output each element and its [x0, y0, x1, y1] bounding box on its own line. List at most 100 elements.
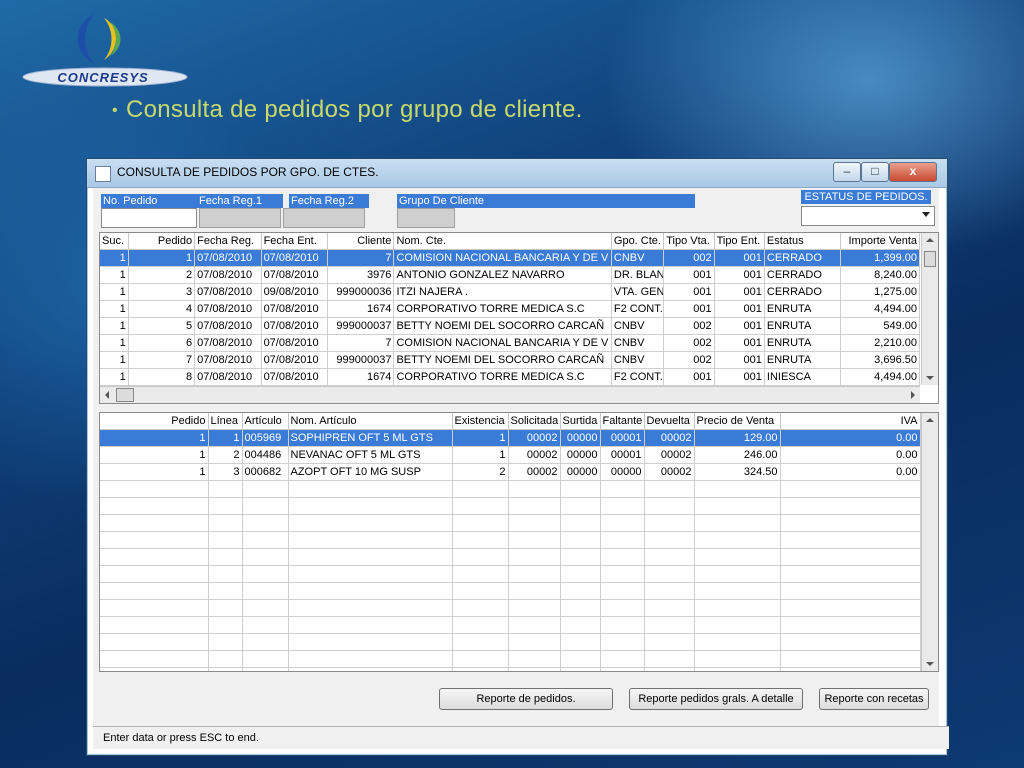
scroll-thumb[interactable] — [116, 388, 134, 402]
reporte-detalle-button[interactable]: Reporte pedidos grals. A detalle — [629, 688, 803, 710]
empty-row — [100, 650, 921, 668]
scroll-left-icon[interactable] — [105, 391, 109, 399]
cell-estatus: CERRADO — [764, 283, 842, 301]
cell-nom-cte: CORPORATIVO TORRE MEDICA S.C — [393, 368, 612, 386]
cell-gpo-cte: DR. BLAN — [611, 266, 665, 284]
col-tipo-ent[interactable]: Tipo Ent. — [714, 233, 765, 250]
slide-title: Consulta de pedidos por grupo de cliente… — [126, 96, 583, 123]
col-faltante[interactable]: Faltante — [600, 413, 645, 430]
order-row[interactable]: 1 3 07/08/2010 09/08/2010 999000036 ITZI… — [100, 283, 920, 301]
item-row[interactable]: 1 3 000682 AZOPT OFT 10 MG SUSP 2 00002 … — [100, 463, 921, 481]
cell-pedido: 5 — [128, 317, 196, 335]
col-fecha-ent[interactable]: Fecha Ent. — [261, 233, 329, 250]
col-cliente[interactable]: Cliente — [327, 233, 395, 250]
cell-fecha-reg: 07/08/2010 — [194, 300, 262, 318]
col-nom-cte[interactable]: Nom. Cte. — [393, 233, 612, 250]
order-row[interactable]: 1 7 07/08/2010 07/08/2010 999000037 BETT… — [100, 351, 920, 369]
cell-estatus: ENRUTA — [764, 300, 842, 318]
col-solicitada[interactable]: Solicitada — [508, 413, 561, 430]
maximize-button[interactable]: □ — [861, 162, 889, 182]
col-pedido[interactable]: Pedido — [100, 413, 209, 430]
col-gpo-cte[interactable]: Gpo. Cte. — [611, 233, 665, 250]
window-client-area: No. Pedido Fecha Reg.1 Fecha Reg.2 Grupo… — [93, 188, 949, 749]
dropdown-arrow-icon[interactable] — [922, 212, 930, 217]
cell-fecha-ent: 07/08/2010 — [261, 317, 329, 335]
scroll-up-icon[interactable] — [926, 418, 934, 422]
cell-gpo-cte: CNBV — [611, 334, 665, 352]
order-row[interactable]: 1 1 07/08/2010 07/08/2010 7 COMISION NAC… — [100, 249, 920, 267]
item-row[interactable]: 1 1 005969 SOPHIPREN OFT 5 ML GTS 1 0000… — [100, 429, 921, 447]
cell-gpo-cte: F2 CONT. — [611, 368, 665, 386]
col-articulo[interactable]: Artículo — [242, 413, 289, 430]
col-suc[interactable]: Suc. — [100, 233, 129, 250]
minimize-button[interactable]: – — [833, 162, 861, 182]
cell-fecha-reg: 07/08/2010 — [194, 249, 262, 267]
cell-fecha-reg: 07/08/2010 — [194, 317, 262, 335]
col-importe-venta[interactable]: Importe Venta — [840, 233, 920, 250]
orders-table: Suc. Pedido Fecha Reg. Fecha Ent. Client… — [100, 233, 920, 386]
cell-fecha-ent: 07/08/2010 — [261, 266, 329, 284]
col-precio-venta[interactable]: Precio de Venta — [694, 413, 781, 430]
col-tipo-vta[interactable]: Tipo Vta. — [663, 233, 715, 250]
cell-estatus: CERRADO — [764, 249, 842, 267]
fecha-reg1-label: Fecha Reg.1 — [197, 194, 283, 208]
cell-nom-cte: CORPORATIVO TORRE MEDICA S.C — [393, 300, 612, 318]
orders-grid: Suc. Pedido Fecha Reg. Fecha Ent. Client… — [99, 232, 939, 404]
scroll-down-icon[interactable] — [926, 662, 934, 666]
item-row[interactable]: 1 2 004486 NEVANAC OFT 5 ML GTS 1 00002 … — [100, 446, 921, 464]
items-table: Pedido Línea Artículo Nom. Artículo Exis… — [100, 413, 921, 671]
cell-cliente: 999000037 — [327, 317, 395, 335]
scroll-up-icon[interactable] — [926, 238, 934, 242]
reporte-pedidos-button[interactable]: Reporte de pedidos. — [439, 688, 613, 710]
orders-vertical-scrollbar[interactable] — [921, 233, 938, 385]
grupo-cliente-input[interactable] — [397, 208, 455, 228]
reporte-recetas-button[interactable]: Reporte con recetas — [819, 688, 929, 710]
scroll-thumb[interactable] — [924, 251, 936, 267]
status-bar: Enter data or press ESC to end. — [93, 726, 949, 749]
fecha-reg2-label: Fecha Reg.2 — [289, 194, 369, 208]
cell-suc: 1 — [100, 368, 129, 386]
cell-articulo: 004486 — [242, 446, 289, 464]
col-nom-articulo[interactable]: Nom. Artículo — [288, 413, 453, 430]
scroll-down-icon[interactable] — [926, 376, 934, 380]
cell-importe: 3,696.50 — [840, 351, 920, 369]
empty-row — [100, 565, 921, 583]
col-fecha-reg[interactable]: Fecha Reg. — [194, 233, 262, 250]
col-iva[interactable]: IVA — [780, 413, 921, 430]
window-titlebar[interactable]: CONSULTA DE PEDIDOS POR GPO. DE CTES. – … — [87, 159, 947, 188]
fecha-reg2-input[interactable] — [283, 208, 365, 228]
scroll-right-icon[interactable] — [911, 391, 915, 399]
col-surtida[interactable]: Surtida — [560, 413, 601, 430]
col-devuelta[interactable]: Devuelta — [644, 413, 695, 430]
cell-tipo-vta: 001 — [663, 368, 715, 386]
cell-pedido: 2 — [128, 266, 196, 284]
cell-fecha-ent: 09/08/2010 — [261, 283, 329, 301]
orders-horizontal-scrollbar[interactable] — [100, 386, 920, 403]
close-button[interactable]: x — [889, 162, 937, 182]
cell-tipo-vta: 002 — [663, 317, 715, 335]
cell-existencia: 1 — [452, 429, 509, 447]
order-row[interactable]: 1 4 07/08/2010 07/08/2010 1674 CORPORATI… — [100, 300, 920, 318]
col-pedido[interactable]: Pedido — [128, 233, 196, 250]
cell-tipo-ent: 001 — [714, 368, 765, 386]
order-row[interactable]: 1 5 07/08/2010 07/08/2010 999000037 BETT… — [100, 317, 920, 335]
col-existencia[interactable]: Existencia — [452, 413, 509, 430]
estatus-pedidos-select[interactable] — [801, 206, 935, 226]
col-linea[interactable]: Línea — [208, 413, 243, 430]
cell-fecha-reg: 07/08/2010 — [194, 351, 262, 369]
cell-importe: 549.00 — [840, 317, 920, 335]
items-vertical-scrollbar[interactable] — [921, 413, 938, 671]
cell-gpo-cte: CNBV — [611, 351, 665, 369]
cell-solicitada: 00002 — [508, 463, 561, 481]
fecha-reg1-input[interactable] — [199, 208, 281, 228]
cell-fecha-ent: 07/08/2010 — [261, 368, 329, 386]
col-estatus[interactable]: Estatus — [764, 233, 842, 250]
cell-estatus: ENRUTA — [764, 351, 842, 369]
cell-precio-venta: 129.00 — [694, 429, 781, 447]
order-row[interactable]: 1 2 07/08/2010 07/08/2010 3976 ANTONIO G… — [100, 266, 920, 284]
no-pedido-input[interactable] — [101, 208, 197, 228]
cell-nom-cte: BETTY NOEMI DEL SOCORRO CARCAÑ — [393, 317, 612, 335]
order-row[interactable]: 1 8 07/08/2010 07/08/2010 1674 CORPORATI… — [100, 368, 920, 386]
order-row[interactable]: 1 6 07/08/2010 07/08/2010 7 COMISION NAC… — [100, 334, 920, 352]
cell-pedido: 1 — [100, 446, 209, 464]
